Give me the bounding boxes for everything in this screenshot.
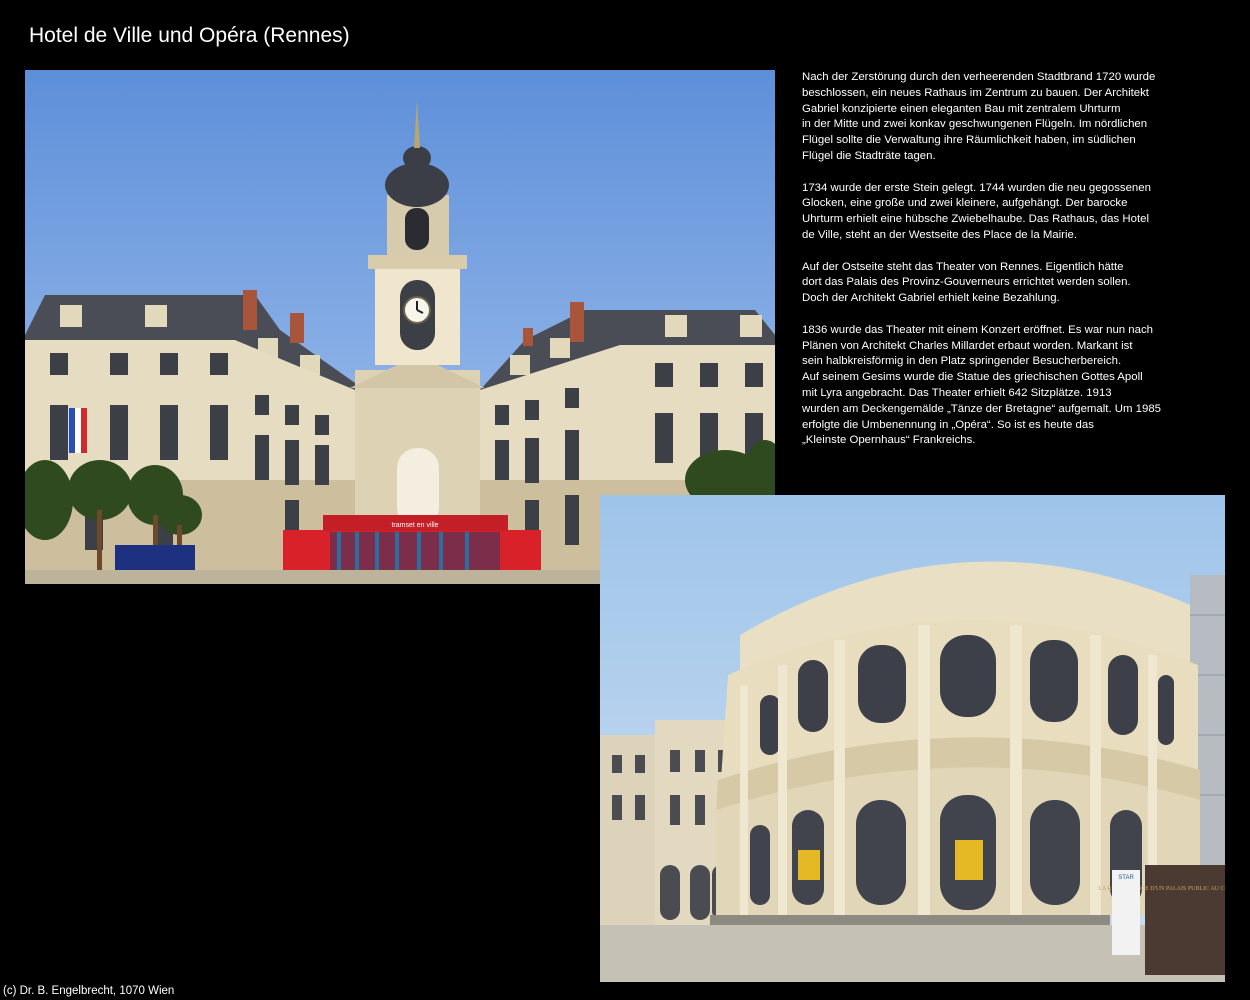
page-title: Hotel de Ville und Opéra (Rennes) [29,24,350,47]
opera-photo: LA RENAISSANCE D'UN PALAIS PUBLIC AU CŒU… [600,495,1225,982]
paragraph-1: Nach der Zerstörung durch den verheerend… [802,71,1156,162]
paragraph-4: 1836 wurde das Theater mit einem Konzert… [802,323,1161,447]
description-text: Nach der Zerstörung durch den verheerend… [802,70,1202,465]
opera-sign-text: STAR [1118,875,1134,881]
paragraph-3: Auf der Ostseite steht das Theater von R… [802,260,1131,305]
stage-sign: tramset en ville [391,522,438,529]
copyright-credit: (c) Dr. B. Engelbrecht, 1070 Wien [3,985,175,997]
paragraph-2: 1734 wurde der erste Stein gelegt. 1744 … [802,181,1151,241]
